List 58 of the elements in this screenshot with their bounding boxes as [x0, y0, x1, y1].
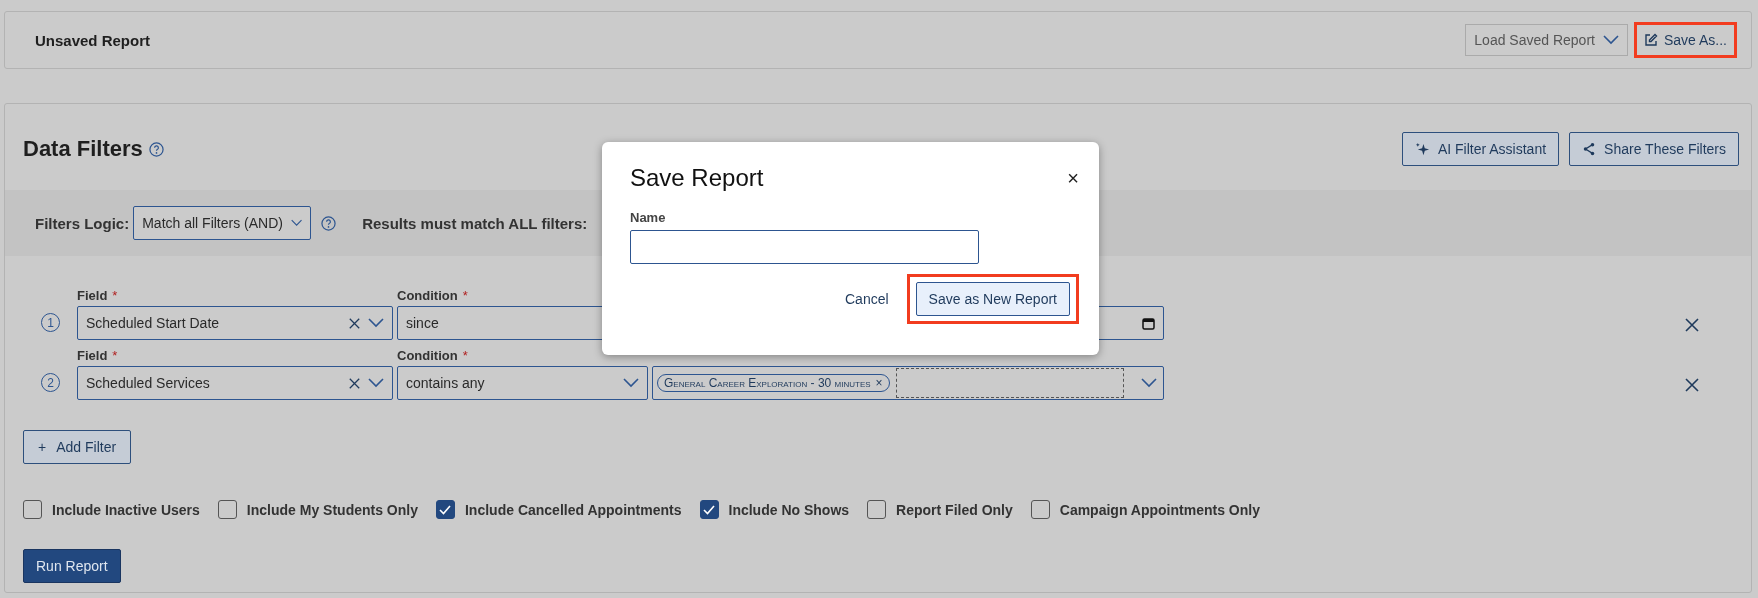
field-select[interactable]: Scheduled Start Date [77, 306, 393, 340]
remove-filter-button[interactable] [1685, 378, 1699, 392]
condition-label: Condition * [397, 348, 469, 365]
chevron-down-icon [368, 378, 384, 388]
checkbox[interactable] [867, 500, 887, 519]
condition-select[interactable]: contains any [397, 366, 648, 400]
option-label: Include My Students Only [246, 501, 418, 518]
toolbar-button[interactable]: AI Filter Assistant [1401, 132, 1560, 166]
cancel-button[interactable]: Cancel [839, 290, 895, 308]
chevron-down-icon [623, 378, 639, 388]
checkbox[interactable] [217, 500, 237, 519]
sparkle-icon [1414, 141, 1430, 157]
checkbox[interactable] [23, 500, 42, 519]
field-select[interactable]: Scheduled Services [77, 366, 393, 400]
save-as-button[interactable]: Save As... [1639, 28, 1731, 52]
chevron-down-icon [368, 318, 384, 328]
name-label: Name [630, 210, 667, 225]
option-label: Include Cancelled Appointments [465, 501, 682, 518]
checkbox[interactable] [436, 500, 455, 519]
logic-label: Filters Logic: [35, 214, 130, 232]
option-label: Include Inactive Users [52, 501, 200, 518]
edit-icon [1643, 33, 1658, 47]
remove-tag-button[interactable]: × [875, 376, 883, 390]
logic-note: Results must match ALL filters: [362, 214, 588, 232]
calendar-icon [1142, 316, 1155, 330]
option-label: Report Filed Only [896, 501, 1013, 518]
check-icon [439, 504, 452, 515]
help-icon[interactable] [148, 141, 164, 157]
checkbox[interactable] [699, 500, 719, 519]
share-icon [1582, 142, 1597, 156]
run-report-button[interactable]: Run Report [23, 549, 121, 583]
logic-select[interactable]: Match all Filters (AND) [133, 206, 312, 240]
chevron-down-icon [1141, 378, 1157, 388]
field-label: Field * [77, 348, 119, 365]
close-icon [1685, 318, 1699, 332]
condition-label: Condition * [397, 288, 469, 305]
save-as-new-report-button[interactable]: Save as New Report [915, 282, 1070, 316]
toolbar-button[interactable]: Share These Filters [1569, 132, 1739, 166]
checkbox[interactable] [1030, 500, 1050, 519]
close-icon [1685, 378, 1699, 392]
name-input[interactable] [630, 230, 979, 264]
value-select[interactable]: General Career Exploration - 30 minutes × [652, 366, 1164, 400]
load-saved-report-select[interactable]: Load Saved Report [1465, 24, 1628, 56]
panel-title: Data Filters [23, 136, 143, 162]
add-filter-button[interactable]: + Add Filter [23, 430, 132, 464]
help-icon[interactable] [321, 215, 337, 231]
chevron-down-icon [291, 218, 303, 228]
option-label: Campaign Appointments Only [1059, 501, 1260, 518]
check-icon [703, 504, 715, 515]
clear-icon [349, 377, 360, 389]
clear-icon [349, 317, 360, 329]
close-button[interactable]: × [1067, 166, 1079, 190]
report-title: Unsaved Report [35, 31, 152, 49]
remove-filter-button[interactable] [1685, 318, 1699, 332]
dialog-title: Save Report [630, 164, 765, 192]
chevron-down-icon [1602, 35, 1619, 45]
field-label: Field * [77, 288, 119, 305]
option-label: Include No Shows [728, 501, 850, 518]
